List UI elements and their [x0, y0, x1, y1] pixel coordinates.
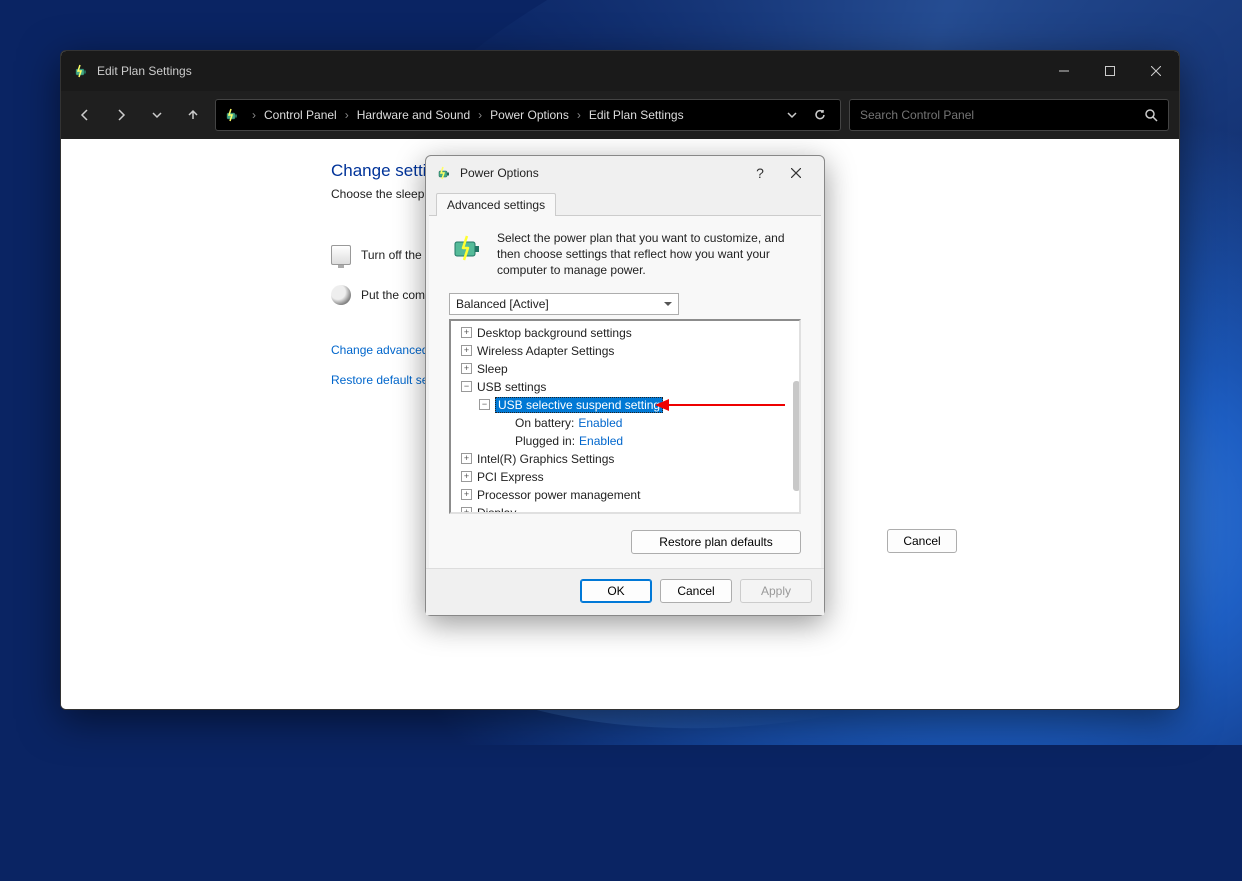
- maximize-button[interactable]: [1087, 51, 1133, 91]
- collapse-icon[interactable]: −: [479, 399, 490, 410]
- expand-icon[interactable]: +: [461, 471, 472, 482]
- breadcrumb-item[interactable]: Hardware and Sound: [357, 108, 470, 122]
- power-options-icon: [436, 165, 452, 181]
- moon-icon: [331, 285, 351, 305]
- power-options-icon: [224, 107, 240, 123]
- tree-item-on-battery[interactable]: On battery:Enabled: [451, 414, 799, 432]
- power-plan-selected: Balanced [Active]: [456, 297, 549, 311]
- collapse-icon[interactable]: −: [461, 381, 472, 392]
- expand-icon[interactable]: +: [461, 345, 472, 356]
- minimize-button[interactable]: [1041, 51, 1087, 91]
- search-box[interactable]: [849, 99, 1169, 131]
- up-button[interactable]: [179, 101, 207, 129]
- power-options-icon: [73, 63, 89, 79]
- address-dropdown[interactable]: [780, 103, 804, 127]
- address-bar[interactable]: › Control Panel › Hardware and Sound › P…: [215, 99, 841, 131]
- expand-icon[interactable]: +: [461, 489, 472, 500]
- tab-strip: Advanced settings: [426, 192, 824, 215]
- battery-icon: [449, 230, 485, 266]
- navigation-bar: › Control Panel › Hardware and Sound › P…: [61, 91, 1179, 139]
- back-button[interactable]: [71, 101, 99, 129]
- help-button[interactable]: ?: [742, 159, 778, 187]
- expand-icon[interactable]: +: [461, 453, 472, 464]
- expand-icon[interactable]: +: [461, 507, 472, 514]
- dialog-titlebar[interactable]: Power Options ?: [426, 156, 824, 190]
- tree-item-sleep[interactable]: +Sleep: [451, 360, 799, 378]
- tree-item-wireless[interactable]: +Wireless Adapter Settings: [451, 342, 799, 360]
- close-button[interactable]: [1133, 51, 1179, 91]
- tree-scrollbar[interactable]: [793, 381, 800, 491]
- ok-button[interactable]: OK: [580, 579, 652, 603]
- window-title: Edit Plan Settings: [97, 64, 192, 78]
- recent-dropdown[interactable]: [143, 101, 171, 129]
- cancel-button[interactable]: Cancel: [887, 529, 957, 553]
- dialog-intro: Select the power plan that you want to c…: [497, 230, 801, 279]
- tree-item-plugged-in[interactable]: Plugged in:Enabled: [451, 432, 799, 450]
- restore-plan-defaults-button[interactable]: Restore plan defaults: [631, 530, 801, 554]
- tree-item-usb-suspend[interactable]: −USB selective suspend setting: [451, 396, 799, 414]
- settings-tree[interactable]: +Desktop background settings +Wireless A…: [449, 319, 801, 514]
- window-titlebar[interactable]: Edit Plan Settings: [61, 51, 1179, 91]
- tree-item-pci-express[interactable]: +PCI Express: [451, 468, 799, 486]
- dialog-title: Power Options: [460, 166, 539, 180]
- search-icon: [1145, 109, 1158, 122]
- expand-icon[interactable]: +: [461, 363, 472, 374]
- breadcrumb-item[interactable]: Edit Plan Settings: [589, 108, 684, 122]
- tree-item-intel-graphics[interactable]: +Intel(R) Graphics Settings: [451, 450, 799, 468]
- breadcrumb-item[interactable]: Power Options: [490, 108, 569, 122]
- breadcrumb-item[interactable]: Control Panel: [264, 108, 337, 122]
- power-options-dialog: Power Options ? Advanced settings Select…: [425, 155, 825, 616]
- tree-item-display[interactable]: +Display: [451, 504, 799, 514]
- expand-icon[interactable]: +: [461, 327, 472, 338]
- dialog-close-button[interactable]: [778, 159, 814, 187]
- tree-item-processor[interactable]: +Processor power management: [451, 486, 799, 504]
- dialog-footer: OK Cancel Apply: [426, 568, 824, 615]
- apply-button[interactable]: Apply: [740, 579, 812, 603]
- refresh-button[interactable]: [808, 103, 832, 127]
- dialog-cancel-button[interactable]: Cancel: [660, 579, 732, 603]
- tab-panel: Select the power plan that you want to c…: [429, 215, 821, 568]
- tree-item-usb-settings[interactable]: −USB settings: [451, 378, 799, 396]
- search-input[interactable]: [860, 108, 1145, 122]
- forward-button[interactable]: [107, 101, 135, 129]
- tree-item-desktop-bg[interactable]: +Desktop background settings: [451, 324, 799, 342]
- power-plan-select[interactable]: Balanced [Active]: [449, 293, 679, 315]
- tab-advanced-settings[interactable]: Advanced settings: [436, 193, 556, 216]
- monitor-icon: [331, 245, 351, 265]
